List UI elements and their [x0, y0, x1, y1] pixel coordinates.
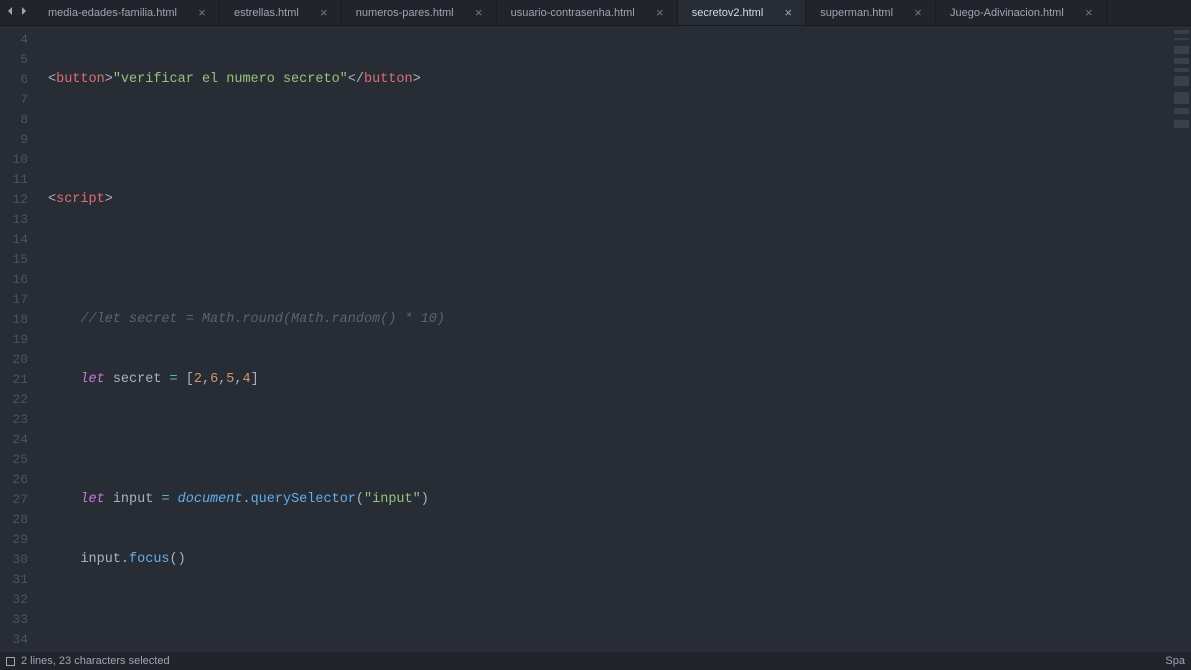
line-number: 19: [0, 330, 40, 350]
line-number: 20: [0, 350, 40, 370]
tabs-container: media-edades-familia.html×estrellas.html…: [34, 0, 1191, 25]
close-icon[interactable]: ×: [472, 6, 486, 20]
line-number: 27: [0, 490, 40, 510]
line-number: 30: [0, 550, 40, 570]
line-number: 16: [0, 270, 40, 290]
tab-0[interactable]: media-edades-familia.html ×: [34, 0, 220, 25]
line-number: 5: [0, 50, 40, 70]
line-number: 33: [0, 610, 40, 630]
line-number: 10: [0, 150, 40, 170]
line-number: 26: [0, 470, 40, 490]
line-number: 29: [0, 530, 40, 550]
tab-label: media-edades-familia.html: [48, 7, 177, 19]
tab-label: superman.html: [820, 7, 893, 19]
tab-6[interactable]: Juego-Adivinacion.html ×: [936, 0, 1107, 25]
line-number: 11: [0, 170, 40, 190]
status-right: Spa: [1165, 655, 1185, 667]
close-icon[interactable]: ×: [781, 6, 795, 20]
close-icon[interactable]: ×: [911, 6, 925, 20]
line-number: 4: [0, 30, 40, 50]
minimap[interactable]: [1171, 26, 1191, 652]
status-icon: [6, 657, 15, 666]
line-number: 34: [0, 630, 40, 650]
code-area[interactable]: <button>"verificar el numero secreto"</b…: [40, 26, 1171, 652]
line-number: 15: [0, 250, 40, 270]
line-number: 13: [0, 210, 40, 230]
line-number: 17: [0, 290, 40, 310]
editor-area: 4567891011121314151617181920212223242526…: [0, 26, 1191, 652]
line-number: 24: [0, 430, 40, 450]
tab-next-icon[interactable]: [18, 6, 28, 19]
line-number-gutter: 4567891011121314151617181920212223242526…: [0, 26, 40, 652]
tab-label: estrellas.html: [234, 7, 299, 19]
line-number: 8: [0, 110, 40, 130]
line-number: 32: [0, 590, 40, 610]
line-number: 18: [0, 310, 40, 330]
line-number: 28: [0, 510, 40, 530]
status-bar: 2 lines, 23 characters selected Spa: [0, 652, 1191, 670]
close-icon[interactable]: ×: [317, 6, 331, 20]
status-selection: 2 lines, 23 characters selected: [21, 655, 170, 667]
tab-2[interactable]: numeros-pares.html ×: [342, 0, 497, 25]
line-number: 7: [0, 90, 40, 110]
close-icon[interactable]: ×: [195, 6, 209, 20]
tab-1[interactable]: estrellas.html ×: [220, 0, 342, 25]
tab-label: usuario-contrasenha.html: [511, 7, 635, 19]
tab-5[interactable]: superman.html ×: [806, 0, 936, 25]
close-icon[interactable]: ×: [653, 6, 667, 20]
line-number: 22: [0, 390, 40, 410]
line-number: 25: [0, 450, 40, 470]
tab-label: secretov2.html: [692, 7, 764, 19]
tab-4[interactable]: secretov2.html ×: [678, 0, 807, 25]
line-number: 21: [0, 370, 40, 390]
tab-prev-icon[interactable]: [6, 6, 16, 19]
tab-label: Juego-Adivinacion.html: [950, 7, 1064, 19]
tab-bar: media-edades-familia.html×estrellas.html…: [0, 0, 1191, 26]
line-number: 23: [0, 410, 40, 430]
line-number: 9: [0, 130, 40, 150]
line-number: 6: [0, 70, 40, 90]
tab-label: numeros-pares.html: [356, 7, 454, 19]
line-number: 31: [0, 570, 40, 590]
tab-nav-arrows: [0, 0, 34, 25]
tab-3[interactable]: usuario-contrasenha.html ×: [497, 0, 678, 25]
line-number: 14: [0, 230, 40, 250]
line-number: 12: [0, 190, 40, 210]
close-icon[interactable]: ×: [1082, 6, 1096, 20]
